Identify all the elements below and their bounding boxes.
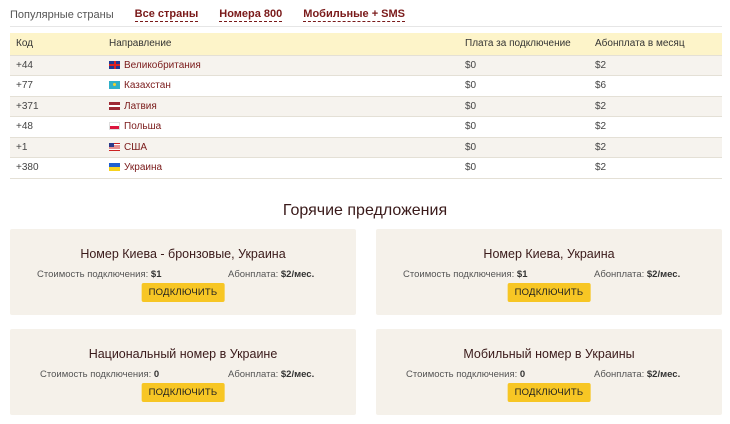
tab-all-countries[interactable]: Все страны: [134, 8, 199, 22]
ukraine-flag-icon: [109, 163, 120, 172]
column-header-direction: Направление: [103, 33, 459, 55]
monthly-fee-value: $2/мес.: [280, 369, 315, 380]
row-monthly-fee: $2: [589, 54, 722, 76]
table-row: +380 Украина $0 $2: [10, 157, 722, 179]
row-monthly-fee: $2: [589, 116, 722, 137]
latvia-flag-icon: [109, 101, 120, 110]
country-link[interactable]: Великобритания: [124, 60, 201, 71]
offer-card: Номер Киева, Украина Стоимость подключен…: [376, 229, 722, 315]
monthly-fee-label: Абонплата:: [594, 369, 645, 380]
poland-flag-icon: [109, 122, 120, 131]
tab-mobile-sms[interactable]: Мобильные + SMS: [303, 8, 406, 22]
tab-toll-free-800[interactable]: Номера 800: [219, 8, 283, 22]
country-link[interactable]: Казахстан: [124, 80, 171, 91]
column-header-monthly-fee: Абонплата в месяц: [589, 33, 722, 55]
offer-connection-cost: Стоимость подключения: $1: [403, 269, 527, 280]
monthly-fee-label: Абонплата:: [228, 269, 279, 280]
monthly-fee-label: Абонплата:: [594, 269, 645, 280]
row-code: +48: [10, 116, 103, 137]
usa-flag-icon: [109, 142, 120, 151]
row-monthly-fee: $2: [589, 136, 722, 158]
table-row: +48 Польша $0 $2: [10, 116, 722, 137]
row-direction: Казахстан: [103, 75, 459, 96]
hot-offers-title: Горячие предложения: [282, 202, 448, 219]
tab-popular-countries[interactable]: Популярные страны: [10, 9, 114, 21]
row-code: +380: [10, 157, 103, 179]
row-connection-fee: $0: [459, 136, 589, 158]
row-connection-fee: $0: [459, 75, 589, 96]
monthly-fee-value: $2/мес.: [646, 269, 681, 280]
table-header-row: Код Направление Плата за подключение Або…: [10, 33, 722, 55]
connection-cost-label: Стоимость подключения:: [37, 269, 149, 280]
row-code: +44: [10, 54, 103, 76]
offer-card: Национальный номер в Украине Стоимость п…: [10, 329, 356, 415]
column-header-connection-fee: Плата за подключение: [459, 33, 589, 55]
offer-connection-cost: Стоимость подключения: $1: [37, 269, 161, 280]
connection-cost-label: Стоимость подключения:: [403, 269, 515, 280]
kazakhstan-flag-icon: [109, 81, 120, 90]
row-connection-fee: $0: [459, 157, 589, 179]
table-row: +77 Казахстан $0 $6: [10, 75, 722, 96]
offer-title: Номер Киева - бронзовые, Украина: [80, 247, 286, 261]
connect-button[interactable]: ПОДКЛЮЧИТЬ: [507, 283, 591, 302]
connect-button[interactable]: ПОДКЛЮЧИТЬ: [141, 383, 225, 402]
row-monthly-fee: $2: [589, 95, 722, 117]
row-direction: Украина: [103, 157, 459, 179]
row-direction: Польша: [103, 116, 459, 137]
row-direction: США: [103, 136, 459, 158]
offer-card: Номер Киева - бронзовые, Украина Стоимос…: [10, 229, 356, 315]
table-row: +1 США $0 $2: [10, 136, 722, 158]
row-code: +1: [10, 136, 103, 158]
tabs-divider: [10, 26, 722, 27]
connection-cost-value: $1: [150, 269, 162, 280]
row-connection-fee: $0: [459, 54, 589, 76]
country-link[interactable]: США: [124, 142, 147, 153]
connection-cost-label: Стоимость подключения:: [40, 369, 152, 380]
row-direction: Латвия: [103, 95, 459, 117]
connection-cost-value: 0: [153, 369, 160, 380]
connect-button[interactable]: ПОДКЛЮЧИТЬ: [507, 383, 591, 402]
country-link[interactable]: Польша: [124, 121, 161, 132]
offer-title: Национальный номер в Украине: [88, 347, 278, 361]
monthly-fee-value: $2/мес.: [646, 369, 681, 380]
connection-cost-value: 0: [519, 369, 526, 380]
row-direction: Великобритания: [103, 54, 459, 76]
row-monthly-fee: $2: [589, 157, 722, 179]
monthly-fee-value: $2/мес.: [280, 269, 315, 280]
column-header-code: Код: [10, 33, 103, 55]
connection-cost-value: $1: [516, 269, 528, 280]
row-code: +371: [10, 95, 103, 117]
table-row: +44 Великобритания $0 $2: [10, 54, 722, 76]
uk-flag-icon: [109, 60, 120, 69]
row-monthly-fee: $6: [589, 75, 722, 96]
monthly-fee-label: Абонплата:: [228, 369, 279, 380]
offer-monthly-fee: Абонплата: $2/мес.: [594, 269, 680, 280]
offer-monthly-fee: Абонплата: $2/мес.: [228, 369, 314, 380]
connection-cost-label: Стоимость подключения:: [406, 369, 518, 380]
row-code: +77: [10, 75, 103, 96]
country-link[interactable]: Украина: [124, 162, 162, 173]
country-link[interactable]: Латвия: [124, 101, 157, 112]
connect-button[interactable]: ПОДКЛЮЧИТЬ: [141, 283, 225, 302]
offer-card: Мобильный номер в Украины Стоимость подк…: [376, 329, 722, 415]
offer-connection-cost: Стоимость подключения: 0: [40, 369, 159, 380]
row-connection-fee: $0: [459, 116, 589, 137]
rates-table: Код Направление Плата за подключение Або…: [10, 33, 722, 179]
table-row: +371 Латвия $0 $2: [10, 95, 722, 117]
row-connection-fee: $0: [459, 95, 589, 117]
offer-monthly-fee: Абонплата: $2/мес.: [228, 269, 314, 280]
country-tabs: Популярные страны Все страны Номера 800 …: [10, 4, 426, 26]
offer-connection-cost: Стоимость подключения: 0: [406, 369, 525, 380]
offer-title: Номер Киева, Украина: [483, 247, 615, 261]
offer-title: Мобильный номер в Украины: [463, 347, 635, 361]
offer-monthly-fee: Абонплата: $2/мес.: [594, 369, 680, 380]
